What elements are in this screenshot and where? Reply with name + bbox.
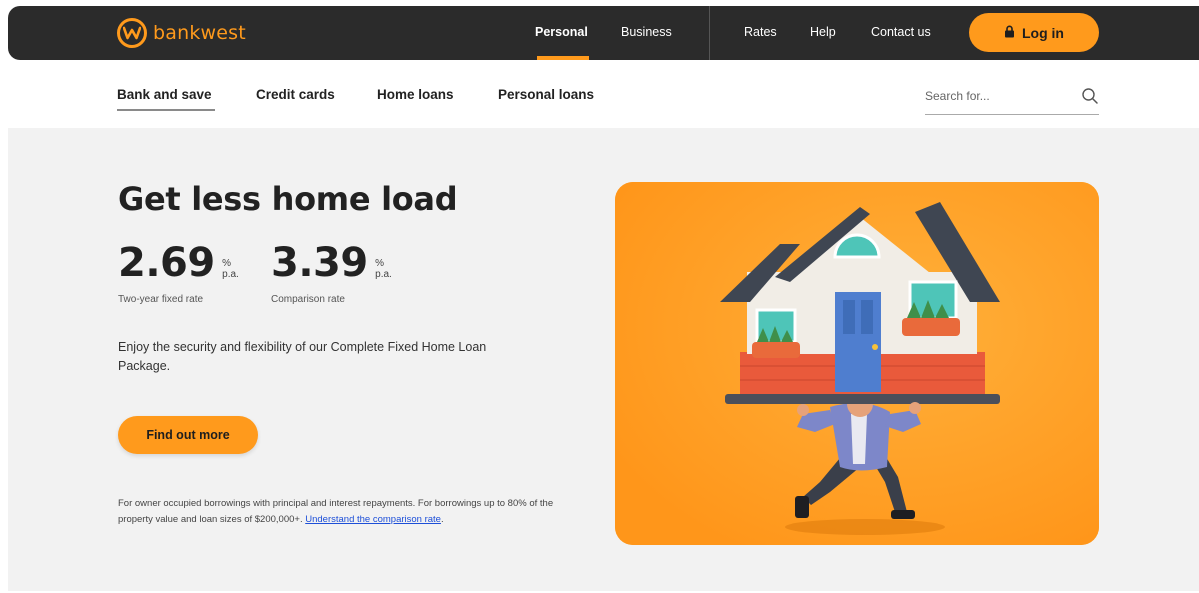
nav-divider	[709, 6, 710, 60]
fixed-rate-percent: %	[222, 258, 232, 269]
find-out-more-button[interactable]: Find out more	[118, 416, 258, 454]
hero-image	[615, 182, 1099, 545]
comparison-rate-percent: %	[375, 258, 385, 269]
bankwest-logo[interactable]: bankwest	[117, 16, 246, 50]
lock-icon	[1004, 25, 1015, 41]
subnav-credit-cards[interactable]: Credit cards	[256, 87, 335, 102]
search-box	[925, 77, 1099, 115]
subnav-home-loans[interactable]: Home loans	[377, 87, 454, 102]
subnav-active-indicator	[117, 109, 215, 111]
search-icon[interactable]	[1081, 87, 1099, 105]
hero-title: Get less home load	[118, 180, 458, 218]
top-bar: bankwest Personal Business Rates Help Co…	[8, 6, 1199, 60]
rate-disclaimer: For owner occupied borrowings with princ…	[118, 496, 568, 528]
comparison-rate: 3.39 % p.a. Comparison rate	[271, 240, 392, 305]
nav-rates[interactable]: Rates	[744, 25, 777, 39]
nav-contact-us[interactable]: Contact us	[871, 25, 931, 39]
hero-section: Get less home load 2.69 % p.a. Two-year …	[8, 128, 1199, 591]
nav-business[interactable]: Business	[621, 25, 672, 39]
disclaimer-end: .	[440, 514, 444, 525]
nav-help[interactable]: Help	[810, 25, 836, 39]
find-out-more-label: Find out more	[146, 428, 230, 442]
nav-active-indicator	[537, 56, 589, 60]
brand-name: bankwest	[153, 22, 246, 44]
search-input[interactable]	[925, 85, 1065, 107]
subnav-personal-loans[interactable]: Personal loans	[498, 87, 594, 102]
comparison-rate-unit: % p.a.	[375, 258, 392, 280]
bankwest-logo-icon	[117, 18, 147, 48]
subnav-bank-and-save[interactable]: Bank and save	[117, 87, 212, 102]
fixed-rate-value: 2.69	[118, 240, 215, 286]
secondary-nav: Bank and save Credit cards Home loans Pe…	[0, 62, 1199, 128]
nav-personal[interactable]: Personal	[535, 25, 588, 39]
login-button[interactable]: Log in	[969, 13, 1099, 52]
man-lifting-house-illustration	[615, 182, 1099, 545]
comparison-rate-link[interactable]: Understand the comparison rate	[305, 514, 441, 525]
fixed-rate-label: Two-year fixed rate	[118, 294, 204, 305]
fixed-rate-pa: p.a.	[222, 269, 239, 280]
comparison-rate-value: 3.39	[271, 240, 368, 286]
login-label: Log in	[1022, 24, 1064, 41]
comparison-rate-pa: p.a.	[375, 269, 392, 280]
fixed-rate: 2.69 % p.a. Two-year fixed rate	[118, 240, 239, 305]
hero-description: Enjoy the security and flexibility of ou…	[118, 340, 487, 373]
fixed-rate-unit: % p.a.	[222, 258, 239, 280]
comparison-rate-label: Comparison rate	[271, 294, 345, 305]
